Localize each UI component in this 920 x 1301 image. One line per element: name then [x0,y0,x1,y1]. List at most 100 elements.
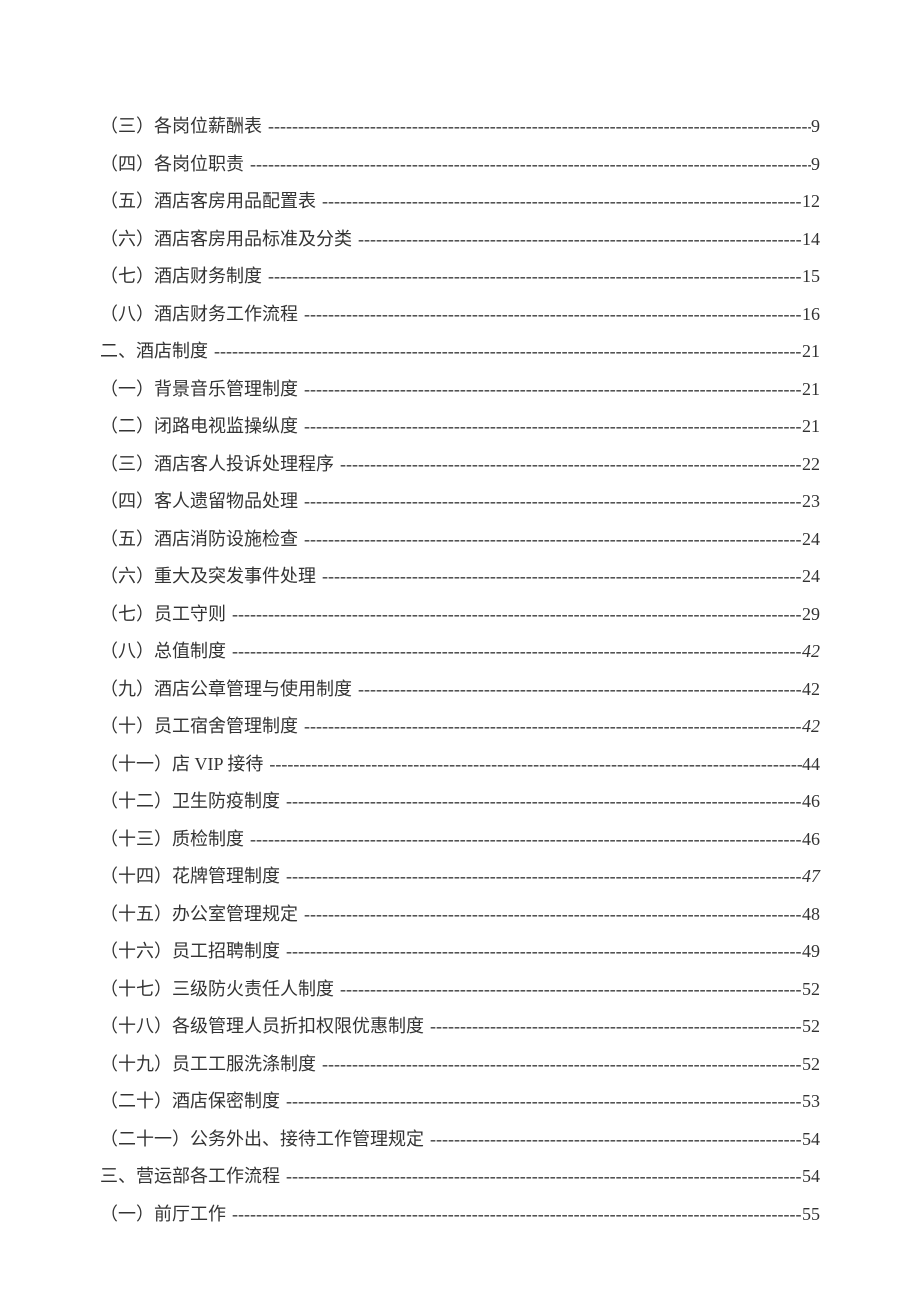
toc-entry-label: （八）酒店财务工作流程 [100,296,298,334]
toc-leader [424,1121,802,1159]
toc-entry-page: 9 [811,146,820,184]
toc-entry: （九）酒店公章管理与使用制度 42 [100,671,820,709]
toc-entry-page: 48 [802,896,820,934]
toc-entry: （十一）店 VIP 接待 44 [100,746,820,784]
toc-entry-page: 47 [802,858,820,896]
toc-leader [244,821,802,859]
toc-entry-page: 49 [802,933,820,971]
toc-entry-page: 42 [802,708,820,746]
toc-entry-page: 54 [802,1121,820,1159]
toc-entry: 二、酒店制度 21 [100,333,820,371]
toc-entry-page: 52 [802,1008,820,1046]
toc-entry-page: 24 [802,558,820,596]
toc-entry-page: 52 [802,971,820,1009]
toc-leader [208,333,802,371]
toc-entry-page: 12 [802,183,820,221]
toc-entry-label: （六）重大及突发事件处理 [100,558,316,596]
toc-entry-label: （九）酒店公章管理与使用制度 [100,671,352,709]
toc-entry-page: 55 [802,1196,820,1234]
toc-entry-page: 22 [802,446,820,484]
toc-entry-label: 二、酒店制度 [100,333,208,371]
toc-entry: （十七）三级防火责任人制度 52 [100,971,820,1009]
toc-entry-label: （十八）各级管理人员折扣权限优惠制度 [100,1008,424,1046]
toc-leader [298,371,802,409]
toc-entry: （十五）办公室管理规定 48 [100,896,820,934]
toc-entry: （四）各岗位职责 9 [100,146,820,184]
toc-entry: （二）闭路电视监操纵度21 [100,408,820,446]
toc-entry-page: 21 [802,371,820,409]
toc-entry-label: （八）总值制度 [100,633,226,671]
toc-entry-page: 21 [802,333,820,371]
table-of-contents: （三）各岗位薪酬表9（四）各岗位职责9（五）酒店客房用品配置表12（六）酒店客房… [100,108,820,1233]
toc-entry-label: （十三）质检制度 [100,821,244,859]
toc-entry-label: （三）各岗位薪酬表 [100,108,262,146]
toc-leader [316,558,802,596]
toc-leader [298,896,802,934]
toc-entry-label: （七）员工守则 [100,596,226,634]
toc-entry-label: （十二）卫生防疫制度 [100,783,280,821]
toc-entry-label: （四）客人遗留物品处理 [100,483,298,521]
toc-entry-label: （十七）三级防火责任人制度 [100,971,334,1009]
toc-leader [334,446,802,484]
toc-entry: （十六）员工招聘制度 49 [100,933,820,971]
toc-entry: （十八）各级管理人员折扣权限优惠制度 52 [100,1008,820,1046]
toc-entry: （八）总值制度42 [100,633,820,671]
toc-entry-page: 23 [802,483,820,521]
toc-leader [352,221,802,259]
toc-leader [280,933,802,971]
toc-leader [262,108,811,146]
toc-leader [298,296,802,334]
toc-entry: （十四）花牌管理制度 47 [100,858,820,896]
toc-entry: （三）酒店客人投诉处理程序22 [100,446,820,484]
toc-entry-label: （十四）花牌管理制度 [100,858,280,896]
toc-entry: （十）员工宿舍管理制度42 [100,708,820,746]
toc-leader [298,408,802,446]
toc-leader [280,783,802,821]
toc-leader [262,258,802,296]
toc-entry-page: 46 [802,783,820,821]
toc-leader [316,183,802,221]
toc-entry-page: 46 [802,821,820,859]
toc-entry: （十九）员工工服洗涤制度52 [100,1046,820,1084]
toc-entry: （六）酒店客房用品标准及分类14 [100,221,820,259]
toc-entry: （一）背景音乐管理制度21 [100,371,820,409]
toc-entry-page: 9 [811,108,820,146]
toc-entry: （十二）卫生防疫制度 46 [100,783,820,821]
toc-leader [298,483,802,521]
toc-entry: （四）客人遗留物品处理 23 [100,483,820,521]
toc-entry: （七）酒店财务制度15 [100,258,820,296]
toc-entry-page: 44 [802,746,820,784]
toc-entry-page: 24 [802,521,820,559]
toc-leader [244,146,811,184]
toc-entry-label: （五）酒店客房用品配置表 [100,183,316,221]
toc-entry-page: 52 [802,1046,820,1084]
toc-leader [280,1158,802,1196]
toc-entry-label: （六）酒店客房用品标准及分类 [100,221,352,259]
toc-entry-page: 29 [802,596,820,634]
toc-leader [263,746,802,784]
toc-entry-page: 21 [802,408,820,446]
toc-leader [226,596,802,634]
toc-entry-label: 三、营运部各工作流程 [100,1158,280,1196]
toc-entry-page: 53 [802,1083,820,1121]
toc-entry: （五）酒店客房用品配置表 12 [100,183,820,221]
toc-entry: （十三）质检制度 46 [100,821,820,859]
toc-leader [226,1196,802,1234]
toc-leader [424,1008,802,1046]
toc-entry-label: （一）前厅工作 [100,1196,226,1234]
toc-leader [334,971,802,1009]
toc-entry: （二十）酒店保密制度 53 [100,1083,820,1121]
toc-leader [280,858,802,896]
toc-entry: （八）酒店财务工作流程16 [100,296,820,334]
toc-entry-label: （十一）店 VIP 接待 [100,746,263,784]
toc-entry-label: （二十）酒店保密制度 [100,1083,280,1121]
toc-entry-label: （十六）员工招聘制度 [100,933,280,971]
toc-entry-label: （四）各岗位职责 [100,146,244,184]
toc-entry: （二十一）公务外出、接待工作管理规定 54 [100,1121,820,1159]
toc-leader [298,521,802,559]
toc-leader [226,633,802,671]
toc-entry-label: （二十一）公务外出、接待工作管理规定 [100,1121,424,1159]
toc-entry-page: 42 [802,671,820,709]
toc-entry: （五）酒店消防设施检查24 [100,521,820,559]
toc-entry-label: （十五）办公室管理规定 [100,896,298,934]
